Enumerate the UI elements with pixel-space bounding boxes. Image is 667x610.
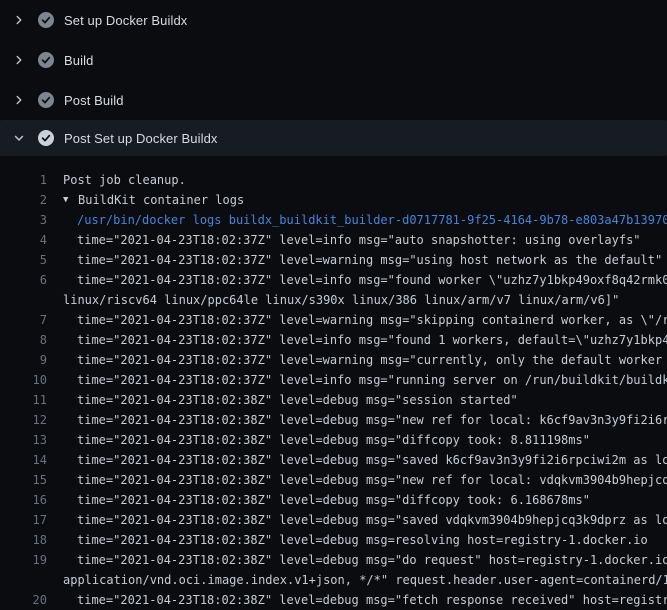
log-line: 13 time="2021-04-23T18:02:38Z" level=debu… — [0, 430, 667, 450]
line-number[interactable]: 6 — [0, 270, 47, 290]
check-circle-icon — [38, 12, 54, 28]
line-number[interactable]: 14 — [0, 450, 47, 470]
chevron-right-icon — [11, 12, 27, 28]
log-line: 5 time="2021-04-23T18:02:37Z" level=warni… — [0, 250, 667, 270]
log-text: time="2021-04-23T18:02:37Z" level=warnin… — [77, 250, 662, 270]
check-circle-icon — [38, 130, 54, 146]
log-line-continuation: linux/riscv64 linux/ppc64le linux/s390x … — [0, 290, 667, 310]
log-text: application/vnd.oci.image.index.v1+json,… — [63, 570, 667, 590]
log-line: 20 time="2021-04-23T18:02:38Z" level=debu… — [0, 590, 667, 610]
log-line: 1 Post job cleanup. — [0, 170, 667, 190]
chevron-right-icon — [11, 52, 27, 68]
line-number[interactable]: 1 — [0, 170, 47, 190]
line-number[interactable]: 16 — [0, 490, 47, 510]
log-line: 9 time="2021-04-23T18:02:37Z" level=warni… — [0, 350, 667, 370]
chevron-down-icon — [11, 130, 27, 146]
line-number[interactable]: 3 — [0, 210, 47, 230]
log-line: 15 time="2021-04-23T18:02:38Z" level=debu… — [0, 470, 667, 490]
log-text: time="2021-04-23T18:02:38Z" level=debug … — [77, 550, 667, 570]
step-title: Post Build — [64, 93, 124, 108]
log-line: 4 time="2021-04-23T18:02:37Z" level=info … — [0, 230, 667, 250]
log-text: time="2021-04-23T18:02:37Z" level=info m… — [77, 230, 641, 250]
step-title: Set up Docker Buildx — [64, 13, 187, 28]
log-text: time="2021-04-23T18:02:38Z" level=debug … — [77, 590, 667, 610]
log-text: time="2021-04-23T18:02:37Z" level=info m… — [77, 370, 667, 390]
line-number[interactable]: 8 — [0, 330, 47, 350]
check-circle-icon — [38, 52, 54, 68]
step-row-post-set-up-docker-buildx[interactable]: Post Set up Docker Buildx — [0, 120, 667, 156]
step-row-post-build[interactable]: Post Build — [0, 80, 667, 120]
line-number[interactable]: 19 — [0, 550, 47, 570]
line-number[interactable]: 12 — [0, 410, 47, 430]
log-text: time="2021-04-23T18:02:37Z" level=warnin… — [77, 310, 667, 330]
line-number[interactable]: 20 — [0, 590, 47, 610]
log-text: linux/riscv64 linux/ppc64le linux/s390x … — [63, 290, 619, 310]
log-text: time="2021-04-23T18:02:37Z" level=info m… — [77, 330, 667, 350]
chevron-right-icon — [11, 92, 27, 108]
log-text: time="2021-04-23T18:02:38Z" level=debug … — [77, 510, 667, 530]
log-line: 8 time="2021-04-23T18:02:37Z" level=info … — [0, 330, 667, 350]
line-number[interactable]: 5 — [0, 250, 47, 270]
log-line: 12 time="2021-04-23T18:02:38Z" level=debu… — [0, 410, 667, 430]
log-line: 17 time="2021-04-23T18:02:38Z" level=debu… — [0, 510, 667, 530]
line-number[interactable]: 13 — [0, 430, 47, 450]
step-title: Post Set up Docker Buildx — [64, 131, 218, 146]
step-title: Build — [64, 53, 93, 68]
log-text: time="2021-04-23T18:02:38Z" level=debug … — [77, 450, 667, 470]
log-command-text: /usr/bin/docker logs buildx_buildkit_bui… — [77, 210, 667, 230]
log-text: time="2021-04-23T18:02:37Z" level=info m… — [77, 270, 667, 290]
log-line: 19 time="2021-04-23T18:02:38Z" level=debu… — [0, 550, 667, 570]
step-row-build[interactable]: Build — [0, 40, 667, 80]
line-number[interactable]: 10 — [0, 370, 47, 390]
line-number — [0, 290, 47, 310]
log-text: time="2021-04-23T18:02:38Z" level=debug … — [77, 490, 590, 510]
check-circle-icon — [38, 92, 54, 108]
log-line: 11 time="2021-04-23T18:02:38Z" level=debu… — [0, 390, 667, 410]
line-number[interactable]: 15 — [0, 470, 47, 490]
log-line: 6 time="2021-04-23T18:02:37Z" level=info … — [0, 270, 667, 290]
line-number[interactable]: 2 — [0, 190, 47, 210]
line-number — [0, 570, 47, 590]
log-line-continuation: application/vnd.oci.image.index.v1+json,… — [0, 570, 667, 590]
line-number[interactable]: 4 — [0, 230, 47, 250]
line-number[interactable]: 17 — [0, 510, 47, 530]
line-number[interactable]: 9 — [0, 350, 47, 370]
log-line: 3/usr/bin/docker logs buildx_buildkit_bu… — [0, 210, 667, 230]
log-text: time="2021-04-23T18:02:38Z" level=debug … — [77, 470, 667, 490]
log-line: 7 time="2021-04-23T18:02:37Z" level=warni… — [0, 310, 667, 330]
log-line: 18 time="2021-04-23T18:02:38Z" level=debu… — [0, 530, 667, 550]
collapse-triangle-icon[interactable]: ▼ — [63, 190, 78, 210]
log-text: BuildKit container logs — [78, 190, 244, 210]
steps-list: Set up Docker Buildx Build Post Build Post … — [0, 0, 667, 156]
log-line: 10 time="2021-04-23T18:02:37Z" level=info… — [0, 370, 667, 390]
log-text: time="2021-04-23T18:02:38Z" level=debug … — [77, 530, 648, 550]
log-line: 2 ▼BuildKit container logs — [0, 190, 667, 210]
log-area: 1 Post job cleanup. 2 ▼BuildKit container l… — [0, 156, 667, 610]
log-line: 14 time="2021-04-23T18:02:38Z" level=debu… — [0, 450, 667, 470]
log-text: Post job cleanup. — [63, 170, 186, 190]
log-text: time="2021-04-23T18:02:37Z" level=warnin… — [77, 350, 667, 370]
line-number[interactable]: 7 — [0, 310, 47, 330]
log-text: time="2021-04-23T18:02:38Z" level=debug … — [77, 430, 590, 450]
log-text: time="2021-04-23T18:02:38Z" level=debug … — [77, 410, 667, 430]
step-row-set-up-docker-buildx[interactable]: Set up Docker Buildx — [0, 0, 667, 40]
log-text: time="2021-04-23T18:02:38Z" level=debug … — [77, 390, 518, 410]
line-number[interactable]: 11 — [0, 390, 47, 410]
line-number[interactable]: 18 — [0, 530, 47, 550]
log-line: 16 time="2021-04-23T18:02:38Z" level=debu… — [0, 490, 667, 510]
